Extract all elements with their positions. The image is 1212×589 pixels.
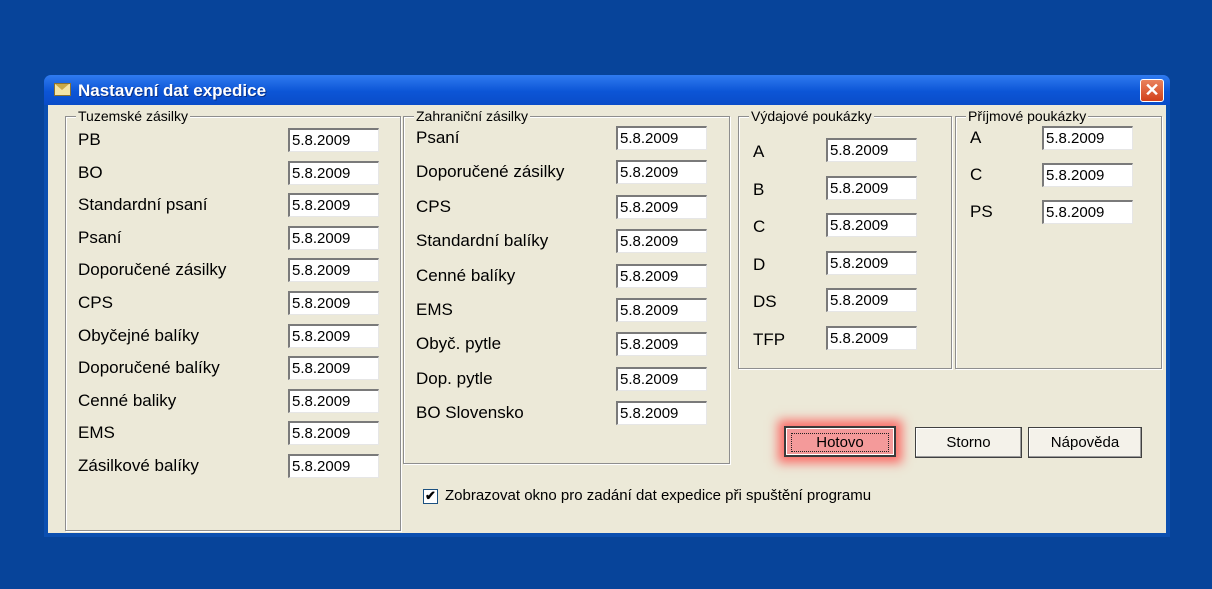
field-label: PB xyxy=(78,130,101,149)
storno-button[interactable]: Storno xyxy=(915,427,1022,458)
window-title: Nastavení dat expedice xyxy=(78,81,267,100)
date-input[interactable]: 5.8.2009 xyxy=(616,263,707,288)
field-label: EMS xyxy=(416,300,453,319)
date-input[interactable]: 5.8.2009 xyxy=(288,388,379,413)
date-input[interactable]: 5.8.2009 xyxy=(616,229,707,254)
field-label: Doporučené zásilky xyxy=(416,162,565,182)
field-label: C xyxy=(753,217,766,236)
date-input[interactable]: 5.8.2009 xyxy=(288,323,379,348)
field-label: Dop. pytle xyxy=(416,368,493,388)
date-input[interactable]: 5.8.2009 xyxy=(288,128,379,152)
date-input[interactable]: 5.8.2009 xyxy=(826,288,917,312)
date-input[interactable]: 5.8.2009 xyxy=(288,225,379,250)
field-label: B xyxy=(753,179,765,199)
date-input[interactable]: 5.8.2009 xyxy=(616,160,707,185)
group-prijmove-poukazky: Příjmové poukázky A 5.8.2009 C 5.8.2009 PS 5.… xyxy=(955,108,1162,369)
field-label: A xyxy=(970,128,982,147)
date-input[interactable]: 5.8.2009 xyxy=(288,160,379,185)
group-zahranicni-zasilky: Zahraniční zásilky Psaní 5.8.2009 Doporuče… xyxy=(403,108,730,464)
group-tuzemske-zasilky: Tuzemské zásilky PB 5.8.2009 BO 5.8.2009 Sta… xyxy=(65,108,401,531)
field-label: Doporučené balíky xyxy=(78,358,220,378)
field-label: BO Slovensko xyxy=(416,403,524,423)
field-label: Standardní balíky xyxy=(416,231,549,251)
group-title: Zahraniční zásilky xyxy=(414,108,531,124)
hotovo-button[interactable]: Hotovo xyxy=(784,426,896,457)
field-label: TFP xyxy=(753,329,786,349)
field-label: Standardní psaní xyxy=(78,195,208,215)
field-label: Obyčejné balíky xyxy=(78,325,199,345)
date-input[interactable]: 5.8.2009 xyxy=(1042,126,1133,150)
date-input[interactable]: 5.8.2009 xyxy=(616,298,707,322)
date-input[interactable]: 5.8.2009 xyxy=(826,175,917,200)
show-on-startup-label[interactable]: Zobrazovat okno pro zadání dat expedice … xyxy=(445,486,871,506)
date-input[interactable]: 5.8.2009 xyxy=(616,332,707,357)
date-input[interactable]: 5.8.2009 xyxy=(826,138,917,162)
field-label: A xyxy=(753,142,765,161)
field-label: C xyxy=(970,165,983,184)
field-label: CPS xyxy=(416,196,451,216)
dialog-client-area: Tuzemské zásilky PB 5.8.2009 BO 5.8.2009 Sta… xyxy=(48,105,1166,533)
envelope-icon xyxy=(54,83,71,96)
title-bar[interactable]: Nastavení dat expedice ✕ xyxy=(44,75,1170,105)
close-button[interactable]: ✕ xyxy=(1140,79,1164,102)
napoveda-button[interactable]: Nápověda xyxy=(1028,427,1142,458)
field-label: PS xyxy=(970,202,993,221)
date-input[interactable]: 5.8.2009 xyxy=(288,291,379,315)
date-input[interactable]: 5.8.2009 xyxy=(288,356,379,381)
date-input[interactable]: 5.8.2009 xyxy=(1042,200,1133,224)
close-icon: ✕ xyxy=(1144,80,1160,100)
date-input[interactable]: 5.8.2009 xyxy=(288,454,379,478)
date-input[interactable]: 5.8.2009 xyxy=(288,421,379,446)
date-input[interactable]: 5.8.2009 xyxy=(1042,163,1133,187)
field-label: EMS xyxy=(78,423,115,443)
date-input[interactable]: 5.8.2009 xyxy=(826,325,917,350)
date-input[interactable]: 5.8.2009 xyxy=(616,194,707,219)
date-input[interactable]: 5.8.2009 xyxy=(288,258,379,283)
date-input[interactable]: 5.8.2009 xyxy=(616,401,707,426)
group-title: Příjmové poukázky xyxy=(966,108,1089,124)
field-label: CPS xyxy=(78,293,113,312)
field-label: DS xyxy=(753,292,777,311)
checkmark-icon: ✔ xyxy=(425,488,436,503)
group-vydajove-poukazky: Výdajové poukázky A 5.8.2009 B 5.8.2009 C 5.8… xyxy=(738,108,952,369)
date-input[interactable]: 5.8.2009 xyxy=(616,366,707,391)
field-label: BO xyxy=(78,162,103,182)
field-label: Doporučené zásilky xyxy=(78,260,227,280)
group-title: Výdajové poukázky xyxy=(749,108,874,124)
field-label: Psaní xyxy=(78,227,122,247)
hotovo-button-label: Hotovo xyxy=(791,433,889,452)
date-input[interactable]: 5.8.2009 xyxy=(616,126,707,150)
date-input[interactable]: 5.8.2009 xyxy=(826,250,917,275)
field-label: Obyč. pytle xyxy=(416,334,502,354)
field-label: Psaní xyxy=(416,128,460,147)
dialog-window: Nastavení dat expedice ✕ Tuzemské zásilk… xyxy=(44,75,1170,537)
field-label: Cenné balíky xyxy=(416,265,516,285)
field-label: Zásilkové balíky xyxy=(78,456,199,475)
field-label: D xyxy=(753,254,766,274)
date-input[interactable]: 5.8.2009 xyxy=(826,213,917,237)
date-input[interactable]: 5.8.2009 xyxy=(288,193,379,218)
group-title: Tuzemské zásilky xyxy=(76,108,190,124)
show-on-startup-checkbox[interactable]: ✔ xyxy=(423,489,438,504)
field-label: Cenné baliky xyxy=(78,390,177,410)
